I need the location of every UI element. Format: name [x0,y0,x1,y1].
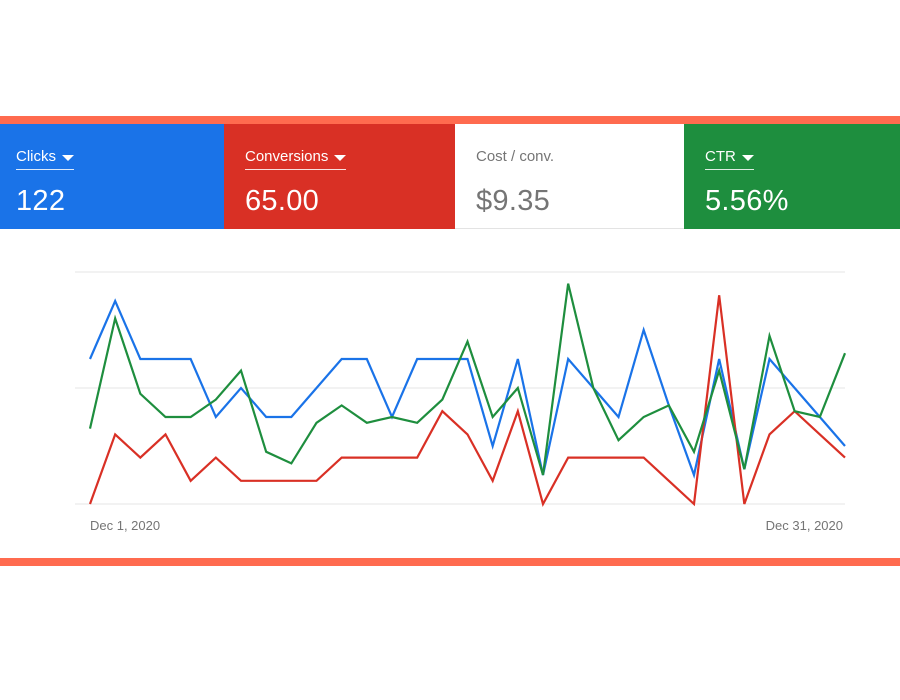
cost-per-conversion-label: Cost / conv. [476,148,555,165]
caret-down-icon [62,154,74,161]
top-accent-border [0,116,900,124]
series-line-ctr [88,283,847,476]
bottom-accent-border [0,558,900,566]
metric-card-ctr[interactable]: CTR 5.56% [684,124,900,229]
cost-per-conversion-selector[interactable]: Cost / conv. [476,148,554,169]
series-line-conversions [88,295,846,507]
conversions-metric-selector[interactable]: Conversions [245,148,347,170]
metric-cards: Clicks 122 Conversions 65.00 Cost / conv… [0,124,900,229]
conversions-label: Conversions [245,148,329,165]
ctr-metric-selector[interactable]: CTR [705,148,754,170]
ctr-label: CTR [705,148,736,165]
clicks-metric-selector[interactable]: Clicks [16,148,74,170]
metric-card-cost-per-conversion[interactable]: Cost / conv. $9.35 [455,124,684,229]
x-tick-label-1: Dec 31, 2020 [766,518,843,533]
clicks-label: Clicks [16,148,56,165]
performance-chart: Dec 1, 2020 Dec 31, 2020 [0,250,900,550]
line-chart-svg: Dec 1, 2020 Dec 31, 2020 [75,271,847,533]
clicks-value: 122 [16,185,66,217]
metric-card-clicks[interactable]: Clicks 122 [0,124,224,229]
cost-per-conversion-value: $9.35 [476,185,551,217]
x-tick-label-0: Dec 1, 2020 [90,518,160,533]
caret-down-icon [334,154,347,161]
caret-down-icon [741,154,754,161]
ctr-value: 5.56% [705,185,789,217]
metric-card-conversions[interactable]: Conversions 65.00 [224,124,455,229]
conversions-value: 65.00 [245,185,320,217]
